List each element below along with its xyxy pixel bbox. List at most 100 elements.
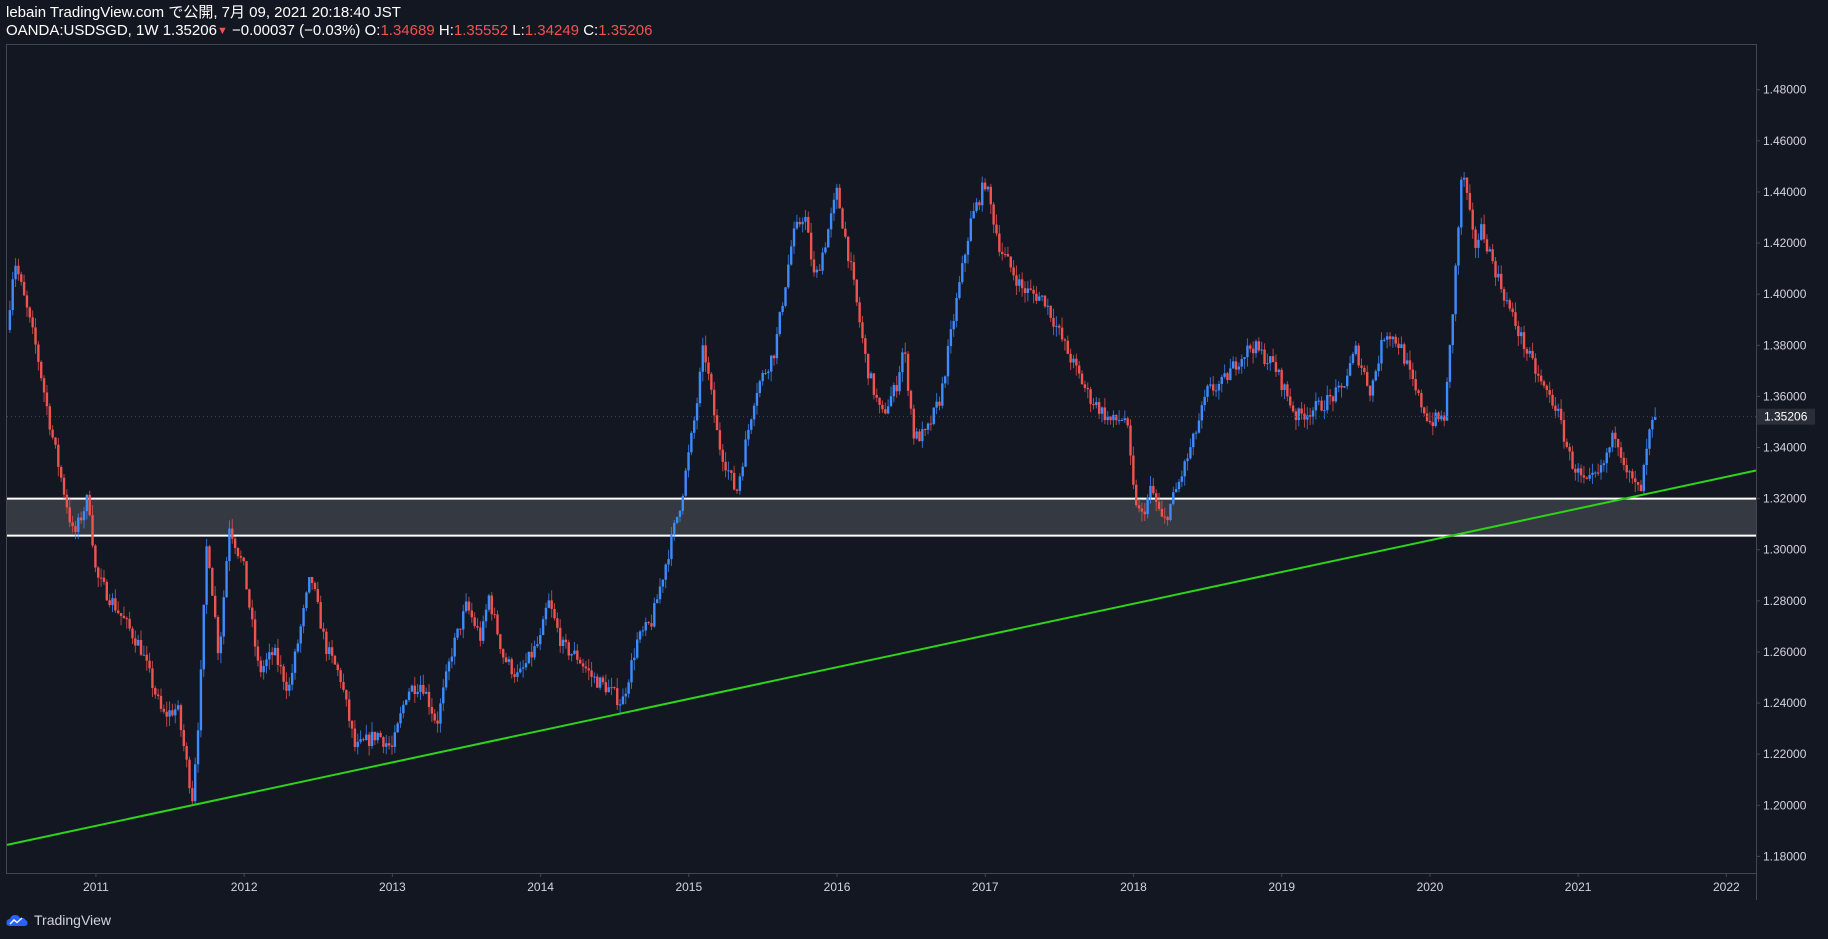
candle-down: [1135, 484, 1138, 506]
candle-up: [174, 709, 177, 716]
candle-up: [176, 705, 180, 710]
candle-down: [427, 691, 431, 707]
candle-down: [1129, 425, 1132, 456]
candle-down: [1614, 432, 1617, 440]
candle-up: [655, 599, 659, 604]
candle-down: [490, 595, 493, 615]
candle-down: [581, 663, 585, 667]
candle-up: [365, 734, 368, 741]
candle-down: [978, 202, 981, 206]
candle-down: [233, 538, 237, 548]
candle-up: [268, 652, 271, 660]
y-tick-label: 1.20000: [1763, 798, 1807, 812]
candle-down: [1092, 403, 1095, 406]
y-tick-label: 1.22000: [1763, 747, 1807, 761]
candle-up: [228, 528, 231, 562]
candle-down: [730, 470, 733, 473]
candle-up: [1605, 452, 1608, 464]
candle-up: [547, 600, 550, 608]
candle-up: [359, 739, 362, 742]
candle-down: [1423, 407, 1426, 414]
candle-up: [482, 621, 485, 641]
y-tick-label: 1.32000: [1763, 492, 1807, 506]
candle-down: [1063, 339, 1067, 341]
candle-up: [1206, 385, 1209, 397]
candle-up: [1648, 429, 1651, 449]
candle-down: [436, 720, 439, 724]
candle-up: [296, 643, 300, 652]
candle-up: [687, 452, 690, 471]
tradingview-cloud-icon: [6, 915, 28, 926]
candle-down: [1234, 361, 1238, 370]
candle-up: [202, 604, 205, 670]
candle-down: [1160, 508, 1164, 517]
price-chart[interactable]: 1.18000 1.20000 1.22000 1.24000 1.26000 1.280…: [0, 0, 1828, 939]
candle-up: [886, 406, 890, 414]
candle-down: [188, 759, 191, 789]
candle-up: [1095, 402, 1098, 406]
candle-down: [938, 401, 941, 406]
candle-up: [972, 211, 975, 219]
candle-down: [256, 646, 260, 661]
candle-down: [350, 720, 354, 729]
candle-down: [1622, 457, 1626, 466]
tradingview-brand[interactable]: TradingView: [6, 912, 111, 928]
candle-down: [1140, 508, 1144, 512]
candle-down: [119, 613, 123, 616]
candle-down: [125, 618, 128, 620]
candle-up: [1488, 249, 1492, 252]
candle-down: [231, 528, 234, 539]
candle-down: [1003, 254, 1007, 256]
candle-down: [1502, 289, 1506, 301]
candle-down: [992, 204, 995, 225]
candle-up: [1645, 448, 1648, 466]
candle-down: [912, 408, 916, 439]
candle-down: [1020, 279, 1024, 289]
candle-up: [804, 216, 807, 222]
candle-up: [961, 263, 964, 283]
candle-down: [1525, 349, 1529, 354]
candle-up: [219, 636, 223, 654]
candle-up: [265, 659, 268, 667]
candle-down: [553, 608, 556, 619]
candle-down: [1066, 340, 1069, 354]
candle-down: [165, 711, 168, 717]
candle-down: [1431, 422, 1434, 426]
candle-up: [821, 252, 824, 271]
candle-up: [464, 601, 468, 612]
candle-down: [590, 670, 593, 677]
y-tick-label: 1.18000: [1763, 849, 1807, 863]
candle-down: [367, 734, 371, 747]
candle-up: [416, 691, 419, 694]
candle-up: [770, 355, 773, 372]
candle-up: [222, 597, 225, 637]
candle-down: [62, 477, 66, 495]
candle-up: [787, 264, 790, 288]
x-tick-label: 2017: [972, 880, 999, 894]
candle-down: [467, 601, 471, 611]
candle-down: [339, 670, 342, 682]
candle-down: [493, 614, 496, 616]
candle-down: [1143, 511, 1146, 515]
candle-down: [499, 634, 502, 650]
candle-down: [564, 639, 568, 643]
candle-down: [798, 221, 801, 225]
candle-down: [735, 489, 739, 491]
candle-down: [105, 581, 109, 601]
candle-up: [661, 579, 665, 587]
candle-down: [1548, 389, 1551, 395]
candle-down: [1009, 256, 1012, 268]
candle-down: [325, 631, 328, 654]
candle-up: [678, 510, 682, 517]
candle-down: [504, 657, 508, 662]
candle-down: [179, 705, 183, 731]
candle-up: [11, 279, 14, 311]
candle-down: [316, 589, 320, 603]
candle-up: [1497, 273, 1500, 278]
candle-down: [1388, 336, 1392, 340]
candle-down: [259, 660, 262, 673]
candle-up: [1628, 471, 1631, 473]
candle-up: [1400, 344, 1403, 349]
candle-down: [68, 507, 71, 523]
candle-up: [199, 669, 203, 731]
